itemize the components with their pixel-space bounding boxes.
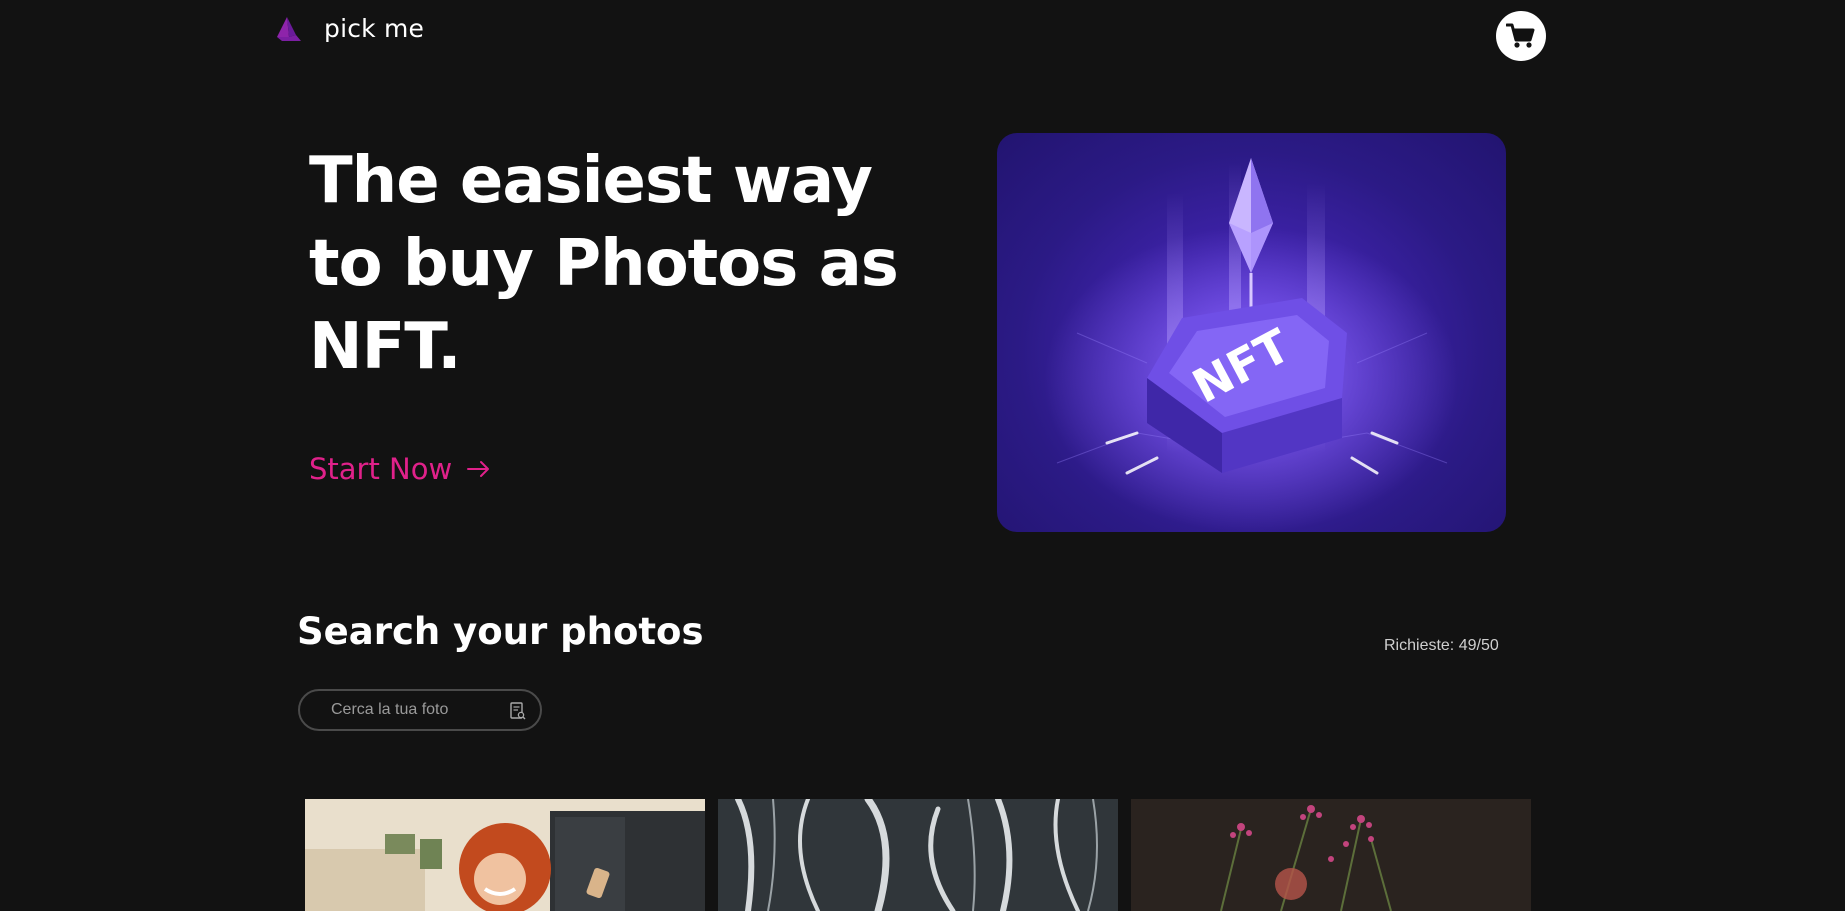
photo-marble-image xyxy=(718,799,1118,911)
pyramid-logo-icon xyxy=(277,16,301,41)
search-document-icon[interactable] xyxy=(510,702,526,720)
start-now-link[interactable]: Start Now xyxy=(309,452,492,486)
photo-card-woman[interactable] xyxy=(305,799,705,911)
requests-counter: Richieste: 49/50 xyxy=(1384,637,1499,654)
search-box xyxy=(298,689,542,731)
search-input[interactable] xyxy=(329,700,499,720)
shopping-cart-icon xyxy=(1506,23,1535,48)
photo-card-marble[interactable] xyxy=(718,799,1118,911)
start-now-label: Start Now xyxy=(309,452,453,486)
hero-nft-image: NFT xyxy=(997,133,1506,532)
logo[interactable]: pick me xyxy=(274,14,424,43)
logo-text: pick me xyxy=(324,14,425,43)
hero-title: The easiest way to buy Photos as NFT. xyxy=(309,144,899,384)
photo-card-flowers[interactable] xyxy=(1131,799,1531,911)
search-section-title: Search your photos xyxy=(297,610,704,653)
photo-flowers-image xyxy=(1131,799,1531,911)
navbar: pick me xyxy=(0,0,1845,70)
arrow-right-icon xyxy=(467,461,490,477)
nft-illustration: NFT xyxy=(1021,158,1481,532)
cart-button[interactable] xyxy=(1496,11,1546,61)
photo-woman-image xyxy=(305,799,705,911)
